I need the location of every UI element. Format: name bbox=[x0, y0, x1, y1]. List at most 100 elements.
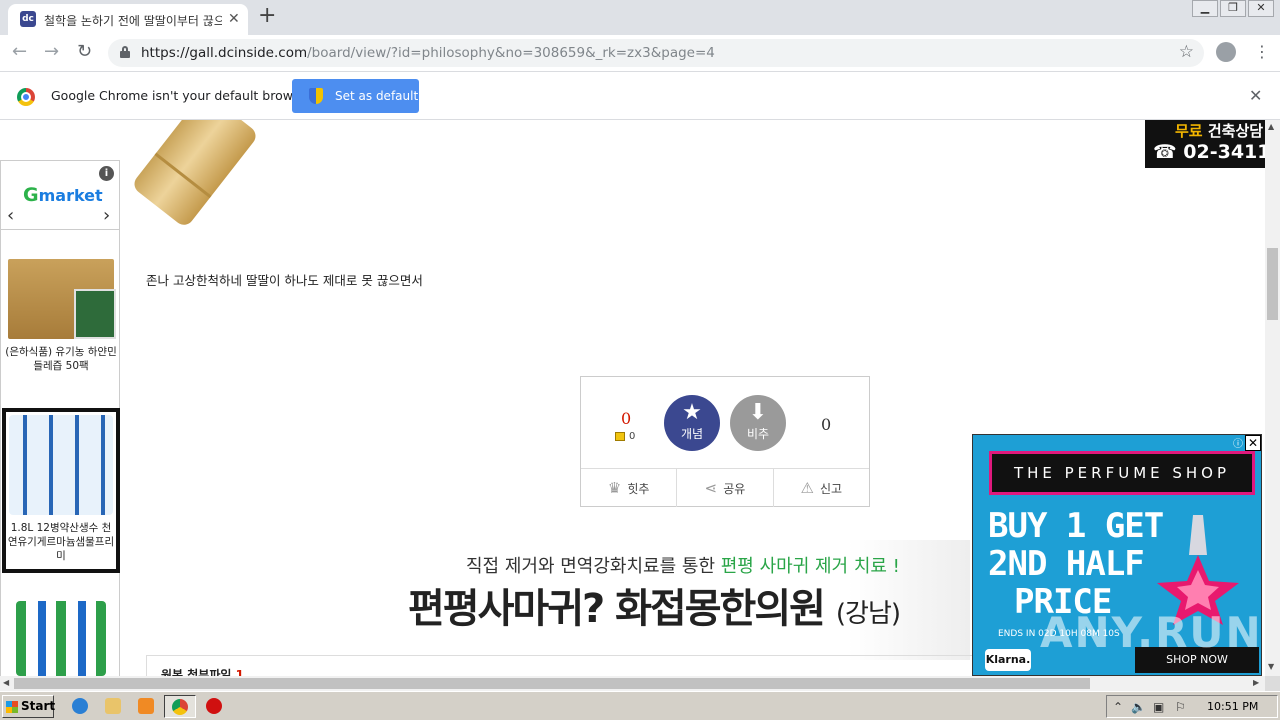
tray-expand-icon[interactable]: ⌃ bbox=[1113, 700, 1123, 714]
folder-icon[interactable] bbox=[105, 698, 121, 714]
hit-recommend-button[interactable]: ♛ 힛추 bbox=[581, 469, 678, 507]
vote-actions: ♛ 힛추 ⋖ 공유 ⚠ 신고 bbox=[581, 468, 869, 507]
forward-arrow-icon[interactable]: → bbox=[44, 41, 59, 63]
volume-icon[interactable]: 🔈 bbox=[1131, 700, 1146, 714]
siren-icon: ⚠ bbox=[800, 479, 814, 497]
network-icon[interactable]: ▣ bbox=[1153, 700, 1164, 714]
scroll-right-icon[interactable]: ▶ bbox=[1253, 678, 1259, 687]
tab-strip: dc 철학을 논하기 전에 딸딸이부터 끊으 ✕ + ▁ ❐ ✕ bbox=[0, 0, 1280, 35]
chevron-right-icon[interactable]: › bbox=[103, 205, 110, 226]
perfume-brand: THE PERFUME SHOP bbox=[989, 451, 1255, 495]
profile-avatar-icon[interactable] bbox=[1216, 42, 1236, 62]
klarna-logo: Klarna. bbox=[985, 649, 1031, 671]
url-text[interactable]: https://gall.dcinside.com/board/view/?id… bbox=[141, 45, 715, 61]
adchoices-icon[interactable]: ⓘ bbox=[1233, 435, 1243, 450]
share-button[interactable]: ⋖ 공유 bbox=[677, 469, 774, 507]
banner-line1: 직접 제거와 면역강화치료를 통한 편평 사마귀 제거 치료 ! bbox=[466, 556, 900, 577]
top-ad-line1: 무료 건축상담 bbox=[1175, 122, 1264, 140]
bookmark-star-icon[interactable]: ☆ bbox=[1179, 42, 1194, 62]
banner-headline: 편평사마귀? 화접몽한의원 (강남) bbox=[408, 586, 901, 632]
vertical-scrollbar[interactable]: ▲ ▼ bbox=[1265, 120, 1280, 676]
post-body-text: 존나 고상한척하네 딸딸이 하나도 제대로 못 끊으면서 bbox=[146, 273, 423, 288]
product-image bbox=[8, 259, 116, 339]
crown-icon: ♛ bbox=[607, 479, 622, 497]
windows-taskbar: Start ⌃ 🔈 ▣ ⚐ 10:51 PM bbox=[0, 691, 1280, 720]
perfume-offer: BUY 1 GET 2ND HALF PRICE bbox=[988, 506, 1164, 622]
ad-info-icon[interactable]: i bbox=[99, 166, 114, 181]
tab-dcinside[interactable]: dc 철학을 논하기 전에 딸딸이부터 끊으 ✕ bbox=[8, 4, 248, 35]
dcinside-favicon-icon: dc bbox=[20, 11, 36, 27]
upvote-count: 0 bbox=[621, 409, 632, 428]
reload-icon[interactable]: ↻ bbox=[77, 41, 92, 63]
scroll-corner bbox=[1265, 676, 1280, 691]
product-image bbox=[16, 601, 106, 676]
vertical-scroll-thumb[interactable] bbox=[1267, 248, 1278, 320]
attachment-label: 원본 첨부파일 1 bbox=[161, 668, 244, 676]
report-button[interactable]: ⚠ 신고 bbox=[774, 469, 869, 507]
url-host: https://gall.dcinside.com bbox=[141, 45, 308, 61]
share-icon: ⋖ bbox=[704, 479, 718, 497]
chrome-taskbar-button[interactable] bbox=[164, 695, 196, 718]
upvote-label: 개념 bbox=[680, 427, 704, 441]
scroll-up-icon[interactable]: ▲ bbox=[1268, 122, 1274, 131]
ad-close-icon[interactable]: ✕ bbox=[1245, 435, 1261, 451]
downvote-label: 비추 bbox=[746, 427, 770, 441]
scroll-down-icon[interactable]: ▼ bbox=[1268, 662, 1274, 671]
attachment-box: 원본 첨부파일 1 bbox=[146, 655, 976, 676]
downvote-button[interactable]: ⬇ 비추 bbox=[730, 395, 786, 451]
flag-icon[interactable]: ⚐ bbox=[1175, 700, 1186, 714]
fixed-vote-icon bbox=[615, 431, 625, 441]
menu-kebab-icon[interactable]: ⋮ bbox=[1254, 42, 1270, 62]
product-image bbox=[9, 415, 113, 515]
start-button[interactable]: Start bbox=[2, 695, 55, 718]
product-item[interactable] bbox=[5, 601, 117, 676]
clinic-banner-ad[interactable]: 직접 제거와 면역강화치료를 통한 편평 사마귀 제거 치료 ! 편평사마귀? … bbox=[360, 540, 970, 660]
new-tab-icon[interactable]: + bbox=[258, 4, 276, 28]
infobar-message: Google Chrome isn't your default browser bbox=[51, 88, 313, 103]
restore-icon[interactable]: ❐ bbox=[1220, 0, 1246, 17]
page-content: 무료 건축상담 ☎ 02-3411-9 존나 고상한척하네 딸딸이 하나도 제대… bbox=[0, 120, 1265, 676]
uac-shield-icon bbox=[309, 88, 323, 104]
chevron-left-icon[interactable]: ‹ bbox=[7, 205, 14, 226]
star-icon: ★ bbox=[682, 400, 702, 425]
product-item[interactable]: (은하식품) 유기농 하얀민들레즙 50팩 bbox=[5, 259, 117, 373]
window-controls: ▁ ❐ ✕ bbox=[1192, 0, 1274, 17]
post-image bbox=[130, 120, 260, 229]
ie-icon[interactable] bbox=[72, 698, 88, 714]
antivirus-icon[interactable] bbox=[206, 698, 222, 714]
minimize-icon[interactable]: ▁ bbox=[1192, 0, 1218, 17]
down-arrow-icon: ⬇ bbox=[748, 400, 768, 425]
horizontal-scroll-thumb[interactable] bbox=[14, 678, 1090, 689]
back-arrow-icon[interactable]: ← bbox=[12, 41, 27, 63]
divider bbox=[1, 229, 119, 230]
scroll-left-icon[interactable]: ◀ bbox=[3, 678, 9, 687]
default-browser-infobar: Google Chrome isn't your default browser… bbox=[0, 71, 1280, 120]
chrome-logo-icon bbox=[17, 88, 35, 106]
media-player-icon[interactable] bbox=[138, 698, 154, 714]
tab-title: 철학을 논하기 전에 딸딸이부터 끊으 bbox=[44, 14, 222, 28]
window-close-icon[interactable]: ✕ bbox=[1248, 0, 1274, 17]
top-right-ad[interactable]: 무료 건축상담 ☎ 02-3411-9 bbox=[1145, 120, 1265, 168]
tab-close-icon[interactable]: ✕ bbox=[228, 11, 240, 27]
product-label: 1.8L 12병약산생수 천연유기게르마늄샘물프리미 bbox=[7, 522, 115, 562]
upvote-button[interactable]: ★ 개념 bbox=[664, 395, 720, 451]
browser-toolbar: ← → ↻ https://gall.dcinside.com/board/vi… bbox=[0, 35, 1280, 71]
vote-box: 0 0 ★ 개념 ⬇ 비추 0 ♛ 힛추 ⋖ 공유 ⚠ 신고 bbox=[580, 376, 870, 507]
product-label: (은하식품) 유기농 하얀민들레즙 50팩 bbox=[5, 346, 117, 372]
chrome-icon bbox=[172, 699, 188, 715]
address-bar[interactable]: https://gall.dcinside.com/board/view/?id… bbox=[108, 39, 1204, 67]
horizontal-scrollbar[interactable]: ◀ ▶ bbox=[0, 676, 1265, 691]
lock-icon[interactable] bbox=[120, 46, 130, 58]
anyrun-watermark: ANY.RUN bbox=[1040, 608, 1263, 657]
fixed-upvote-count: 0 bbox=[615, 431, 635, 442]
top-ad-phone: ☎ 02-3411-9 bbox=[1153, 141, 1265, 163]
set-as-default-label: Set as default bbox=[335, 89, 419, 103]
gmarket-logo: Gmarket bbox=[23, 184, 103, 206]
set-as-default-button[interactable]: Set as default bbox=[292, 79, 419, 113]
clock: 10:51 PM bbox=[1207, 700, 1259, 713]
gmarket-side-ad[interactable]: i Gmarket ‹ › (은하식품) 유기농 하얀민들레즙 50팩 1.8L… bbox=[0, 160, 120, 676]
infobar-close-icon[interactable]: ✕ bbox=[1249, 86, 1262, 105]
url-path: /board/view/?id=philosophy&no=308659&_rk… bbox=[307, 45, 715, 61]
product-item[interactable]: 1.8L 12병약산생수 천연유기게르마늄샘물프리미 bbox=[2, 408, 120, 573]
downvote-count: 0 bbox=[821, 415, 832, 434]
